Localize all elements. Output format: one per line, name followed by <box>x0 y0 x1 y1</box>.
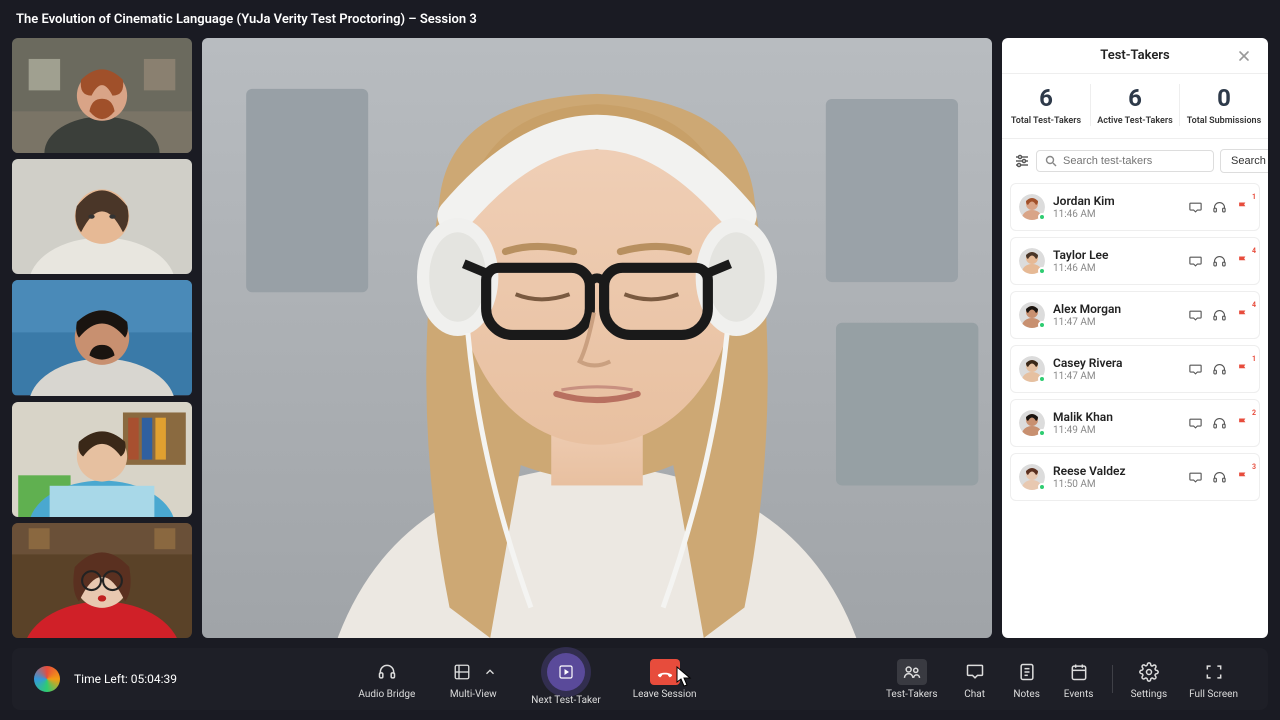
test-taker-row[interactable]: Taylor Lee 11:46 AM 4 <box>1010 237 1260 285</box>
avatar <box>1019 410 1045 436</box>
test-taker-time: 11:47 AM <box>1053 371 1179 382</box>
thumbnail-3[interactable] <box>12 280 192 395</box>
test-taker-time: 11:49 AM <box>1053 425 1179 436</box>
people-icon <box>897 659 927 685</box>
avatar <box>1019 302 1045 328</box>
grid-icon <box>447 659 477 685</box>
panel-title: Test-Takers <box>1032 48 1238 63</box>
test-taker-row[interactable]: Alex Morgan 11:47 AM 4 <box>1010 291 1260 339</box>
test-taker-row[interactable]: Malik Khan 11:49 AM 2 <box>1010 399 1260 447</box>
full-screen-button[interactable]: Full Screen <box>1181 655 1246 704</box>
flag-icon[interactable]: 4 <box>1235 307 1251 323</box>
chat-icon[interactable] <box>1187 415 1203 431</box>
test-taker-time: 11:50 AM <box>1053 479 1179 490</box>
leave-session-button[interactable]: Leave Session <box>625 655 705 704</box>
test-taker-time: 11:46 AM <box>1053 209 1179 220</box>
chevron-up-icon[interactable] <box>481 659 499 685</box>
flag-icon[interactable]: 1 <box>1235 199 1251 215</box>
audio-bridge-button[interactable]: Audio Bridge <box>350 655 423 704</box>
test-taker-name: Malik Khan <box>1053 410 1179 424</box>
chat-icon[interactable] <box>1187 361 1203 377</box>
test-taker-time: 11:47 AM <box>1053 317 1179 328</box>
calendar-icon <box>1064 659 1094 685</box>
avatar <box>1019 194 1045 220</box>
main-video[interactable] <box>202 38 992 638</box>
test-taker-row[interactable]: Casey Rivera 11:47 AM 1 <box>1010 345 1260 393</box>
chat-icon[interactable] <box>1187 199 1203 215</box>
test-taker-time: 11:46 AM <box>1053 263 1179 274</box>
session-title: The Evolution of Cinematic Language (YuJ… <box>16 12 477 27</box>
flag-icon[interactable]: 3 <box>1235 469 1251 485</box>
brand-logo <box>34 666 60 692</box>
filter-icon[interactable] <box>1014 152 1030 170</box>
test-taker-name: Casey Rivera <box>1053 356 1179 370</box>
chat-icon[interactable] <box>1187 307 1203 323</box>
events-button[interactable]: Events <box>1056 655 1102 704</box>
avatar <box>1019 356 1045 382</box>
chat-icon[interactable] <box>1187 253 1203 269</box>
test-taker-name: Reese Valdez <box>1053 464 1179 478</box>
notes-button[interactable]: Notes <box>1004 655 1050 704</box>
test-taker-name: Jordan Kim <box>1053 194 1179 208</box>
notes-icon <box>1012 659 1042 685</box>
fullscreen-icon <box>1199 659 1229 685</box>
thumbnail-5[interactable] <box>12 523 192 638</box>
stat-total: 6 Total Test-Takers <box>1002 84 1091 126</box>
test-taker-row[interactable]: Reese Valdez 11:50 AM 3 <box>1010 453 1260 501</box>
multi-view-button[interactable]: Multi-View <box>439 655 507 704</box>
avatar <box>1019 464 1045 490</box>
thumbnail-strip <box>12 38 192 638</box>
settings-button[interactable]: Settings <box>1123 655 1176 704</box>
hangup-icon <box>650 659 680 685</box>
search-icon <box>1045 155 1057 167</box>
flag-icon[interactable]: 4 <box>1235 253 1251 269</box>
next-icon <box>547 653 585 691</box>
test-takers-button[interactable]: Test-Takers <box>878 655 946 704</box>
thumbnail-2[interactable] <box>12 159 192 274</box>
avatar <box>1019 248 1045 274</box>
next-test-taker-button[interactable]: Next Test-Taker <box>523 649 608 710</box>
test-takers-panel: Test-Takers 6 Total Test-Takers 6 Active… <box>1002 38 1268 638</box>
headset-icon[interactable] <box>1211 307 1227 323</box>
headset-icon[interactable] <box>1211 415 1227 431</box>
search-button[interactable]: Search <box>1220 149 1268 173</box>
stat-active: 6 Active Test-Takers <box>1091 84 1180 126</box>
chat-icon[interactable] <box>1187 469 1203 485</box>
headset-icon[interactable] <box>1211 199 1227 215</box>
thumbnail-1[interactable] <box>12 38 192 153</box>
stat-submissions: 0 Total Submissions <box>1180 84 1268 126</box>
gear-icon <box>1134 659 1164 685</box>
time-left: Time Left: 05:04:39 <box>74 672 177 686</box>
headset-icon <box>372 659 402 685</box>
flag-icon[interactable]: 1 <box>1235 361 1251 377</box>
flag-icon[interactable]: 2 <box>1235 415 1251 431</box>
thumbnail-4[interactable] <box>12 402 192 517</box>
test-taker-row[interactable]: Jordan Kim 11:46 AM 1 <box>1010 183 1260 231</box>
headset-icon[interactable] <box>1211 253 1227 269</box>
test-taker-name: Alex Morgan <box>1053 302 1179 316</box>
chat-icon <box>960 659 990 685</box>
chat-button[interactable]: Chat <box>952 655 998 704</box>
close-icon[interactable] <box>1238 50 1254 62</box>
headset-icon[interactable] <box>1211 469 1227 485</box>
search-input[interactable] <box>1063 155 1205 167</box>
test-taker-name: Taylor Lee <box>1053 248 1179 262</box>
headset-icon[interactable] <box>1211 361 1227 377</box>
